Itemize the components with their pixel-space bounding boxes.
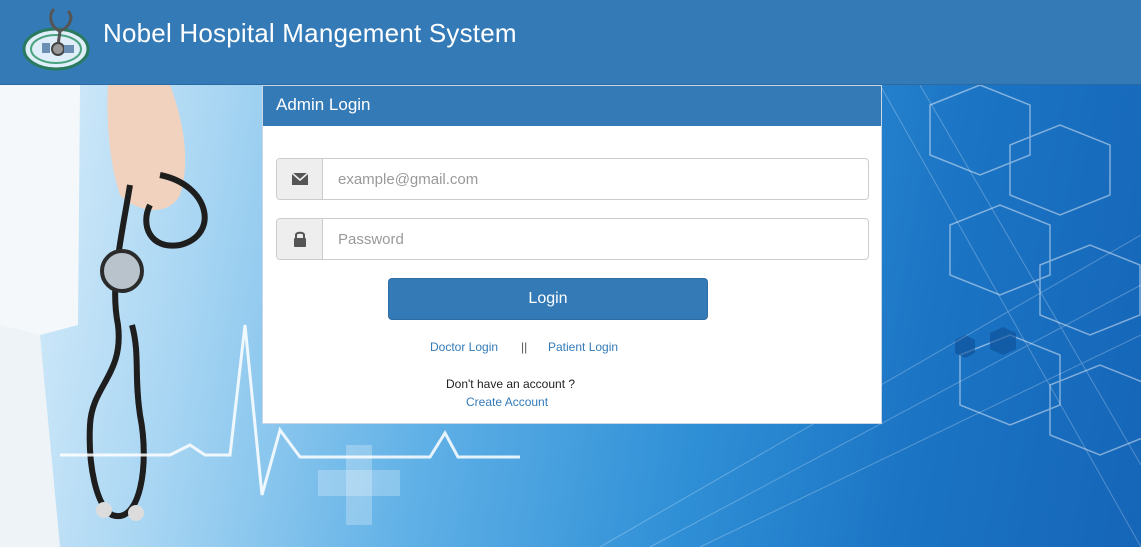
lock-icon (277, 219, 323, 259)
envelope-icon (277, 159, 323, 199)
panel-heading: Admin Login (263, 86, 881, 126)
alt-login-links: Doctor Login || Patient Login (263, 340, 883, 358)
admin-login-panel: Admin Login Login Doctor Login || Patien… (262, 85, 882, 424)
app-title: Nobel Hospital Mangement System (103, 18, 517, 48)
top-header: Nobel Hospital Mangement System (0, 0, 1141, 85)
email-input-group (276, 158, 869, 200)
link-separator: || (521, 340, 528, 354)
password-field[interactable] (323, 219, 868, 259)
stethoscope-logo-icon (20, 5, 90, 73)
patient-login-link[interactable]: Patient Login (548, 340, 618, 354)
email-field[interactable] (323, 159, 868, 199)
password-input-group (276, 218, 869, 260)
no-account-text: Don't have an account ? (446, 377, 576, 391)
doctor-login-link[interactable]: Doctor Login (430, 340, 498, 354)
login-button[interactable]: Login (388, 278, 708, 320)
create-account-link[interactable]: Create Account (466, 395, 548, 409)
